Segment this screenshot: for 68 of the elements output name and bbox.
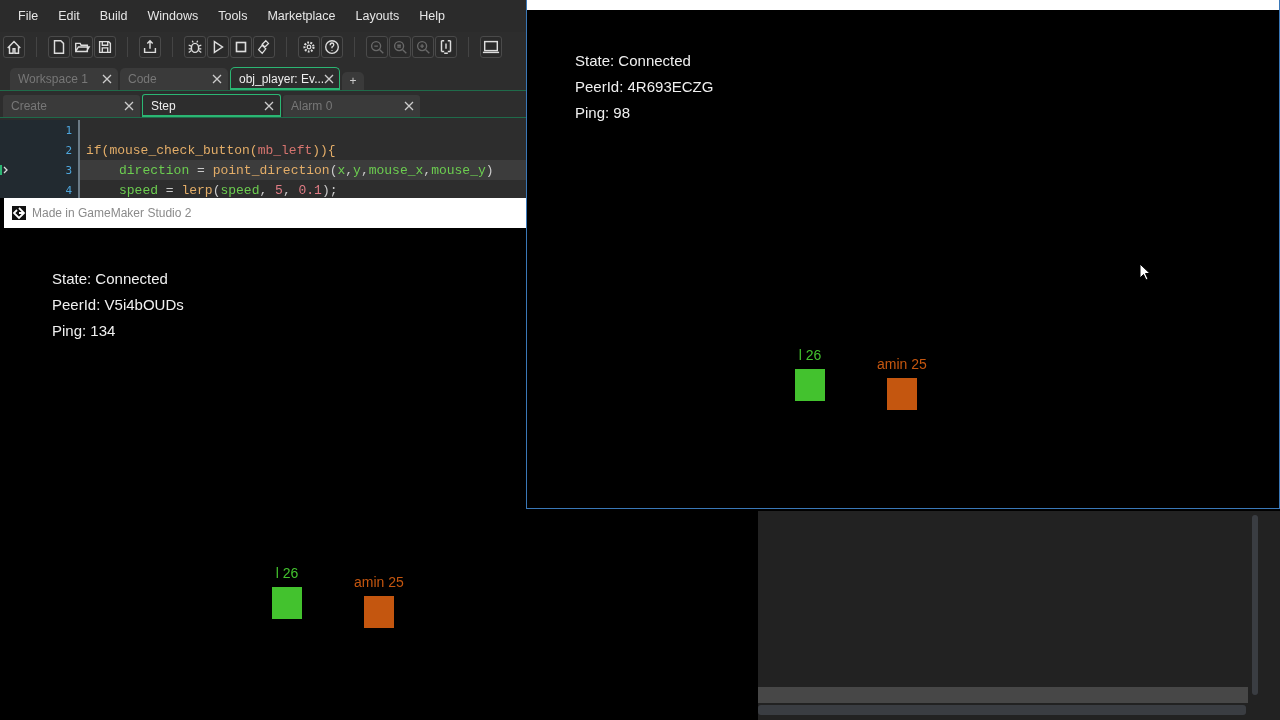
menu-item[interactable]: Marketplace	[257, 9, 346, 23]
monitor-icon	[482, 38, 500, 56]
toolbar-button[interactable]	[3, 36, 25, 58]
status-text: State: Connected	[52, 270, 169, 289]
tab-label: Step	[151, 99, 176, 113]
status-text: PeerId: 4R693ECZG	[575, 78, 714, 97]
toolbar-button[interactable]	[298, 36, 320, 58]
toolbar-button[interactable]	[435, 36, 457, 58]
close-icon[interactable]	[212, 74, 222, 84]
new-tab-button[interactable]: +	[342, 72, 364, 90]
bug-icon	[186, 38, 204, 56]
line-number: 1	[65, 123, 72, 137]
export-icon	[141, 38, 159, 56]
menu-item[interactable]: Tools	[208, 9, 258, 23]
zoom-in-icon	[414, 38, 432, 56]
menu-item[interactable]: Edit	[48, 9, 90, 23]
close-icon[interactable]	[404, 101, 414, 111]
close-icon[interactable]	[124, 101, 134, 111]
code-line: if(mouse_check_button(mb_left)){	[85, 142, 336, 158]
toolbar-button[interactable]	[230, 36, 252, 58]
toolbar-button[interactable]	[184, 36, 206, 58]
menu-item[interactable]: Help	[409, 9, 455, 23]
player-name: amin 25	[354, 574, 404, 590]
menu-item[interactable]: Layouts	[345, 9, 410, 23]
toolbar-button[interactable]	[207, 36, 229, 58]
home-icon	[5, 38, 23, 56]
tab-label: obj_player: Ev...	[239, 72, 325, 86]
scrollbar[interactable]	[1252, 515, 1258, 695]
scrollbar[interactable]	[758, 705, 1246, 715]
toolbar-button[interactable]	[71, 36, 93, 58]
tab-label: Code	[128, 72, 157, 86]
status-text: State: Connected	[575, 52, 692, 71]
logo-icon	[12, 206, 26, 220]
player-name: amin 25	[877, 356, 927, 372]
tab-label: Create	[11, 99, 48, 113]
current-line-icon	[0, 165, 8, 175]
toolbar-button[interactable]	[94, 36, 116, 58]
close-icon[interactable]	[264, 101, 274, 111]
toolbar-button[interactable]	[139, 36, 161, 58]
status-text: Ping: 98	[575, 104, 632, 123]
toolbar-button[interactable]	[321, 36, 343, 58]
code-line: speed = lerp(speed, 5, 0.1);	[118, 182, 338, 198]
save-icon	[96, 38, 114, 56]
status-text: Ping: 134	[52, 322, 117, 341]
zoom-reset-icon	[391, 38, 409, 56]
player-name: l 26	[275, 565, 299, 581]
menu-item[interactable]: Windows	[137, 9, 209, 23]
code-line: direction = point_direction(x,y,mouse_x,mouse_y)	[118, 162, 494, 178]
status-text: PeerId: V5i4bOUDs	[52, 296, 184, 315]
line-number: 4	[65, 183, 72, 197]
player-name: l 26	[798, 347, 822, 363]
zoom-out-icon	[368, 38, 386, 56]
window-title: Made in GameMaker Studio 2	[32, 206, 192, 220]
menu-item[interactable]: Build	[89, 9, 138, 23]
line-number: 3	[65, 163, 72, 177]
close-icon[interactable]	[102, 74, 112, 84]
tab-label: Alarm 0	[291, 99, 333, 113]
settings-icon	[300, 38, 318, 56]
close-icon[interactable]	[324, 74, 335, 84]
toolbar-button[interactable]	[48, 36, 70, 58]
line-number: 2	[65, 143, 72, 157]
tab[interactable]: obj_player: Ev...	[230, 67, 340, 90]
toolbar-button[interactable]	[480, 36, 502, 58]
help-icon	[323, 38, 341, 56]
menu-item[interactable]: File	[8, 9, 49, 23]
cursor-icon	[1139, 263, 1151, 281]
tab-label: Workspace 1	[18, 72, 88, 86]
event-tab[interactable]: Step	[142, 94, 281, 117]
